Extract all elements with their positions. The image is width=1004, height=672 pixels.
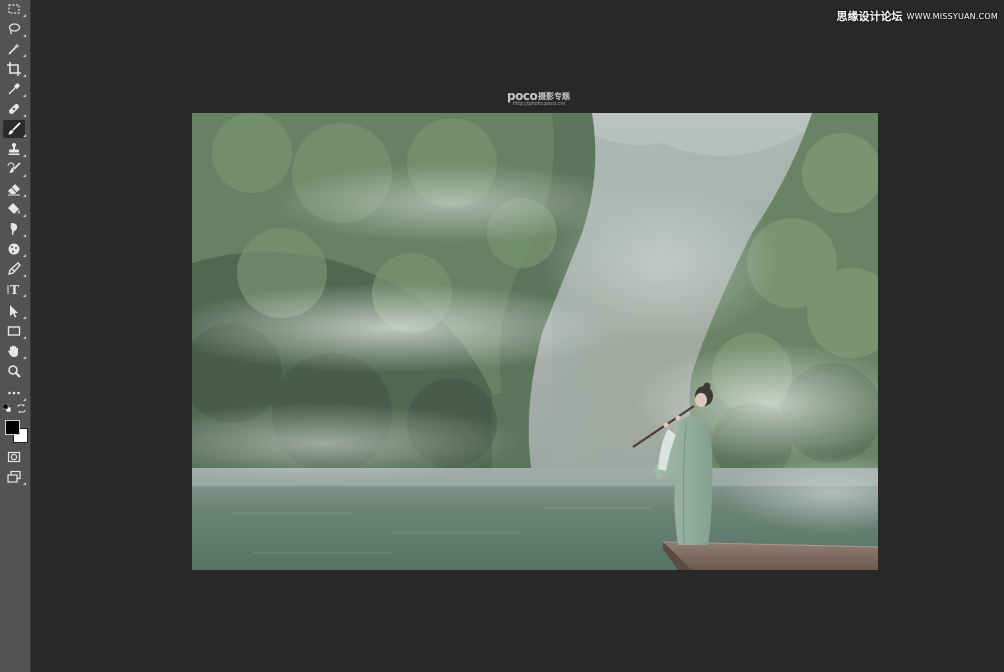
- color-swatches: [3, 404, 29, 444]
- default-colors-icon[interactable]: [3, 404, 11, 412]
- flyout-indicator: [23, 336, 26, 339]
- healing-brush-tool[interactable]: [3, 100, 26, 118]
- site-watermark: 思缘设计论坛 WWW.MISSYUAN.COM: [836, 7, 998, 25]
- paint-bucket-tool[interactable]: [3, 200, 26, 218]
- misty-river-photo: [192, 113, 878, 570]
- flyout-indicator: [23, 482, 26, 485]
- eraser-tool[interactable]: [3, 180, 26, 198]
- rectangular-marquee-tool[interactable]: [3, 0, 26, 18]
- history-brush-icon: [7, 162, 21, 173]
- flyout-indicator: [23, 294, 26, 297]
- more-icon: [8, 391, 20, 395]
- crop-tool[interactable]: [3, 60, 26, 78]
- flyout-indicator: [23, 174, 26, 177]
- flyout-indicator: [23, 274, 26, 277]
- flyout-indicator: [23, 214, 26, 217]
- site-url: WWW.MISSYUAN.COM: [906, 11, 998, 21]
- lasso-tool[interactable]: [3, 20, 26, 38]
- history-brush-tool[interactable]: [3, 160, 26, 178]
- flyout-indicator: [23, 316, 26, 319]
- flyout-indicator: [23, 14, 26, 17]
- flyout-indicator: [23, 74, 26, 77]
- rectangle-tool[interactable]: [3, 322, 26, 340]
- poco-watermark: poco 摄影专题 http://photo.poco.cn/: [507, 89, 587, 109]
- flyout-indicator: [23, 114, 26, 117]
- brush-icon: [8, 122, 21, 135]
- hand-icon: [8, 345, 18, 357]
- rectangle-icon: [7, 326, 21, 336]
- smudge-icon: [10, 223, 18, 235]
- arrow-icon: [10, 305, 18, 318]
- foreground-color-swatch[interactable]: [5, 420, 20, 435]
- pen-icon: [8, 262, 21, 275]
- smudge-tool[interactable]: [3, 220, 26, 238]
- type-glyph: T: [10, 283, 19, 296]
- eyedropper-tool[interactable]: [3, 80, 26, 98]
- flyout-indicator: [23, 154, 26, 157]
- sponge-icon: [8, 243, 20, 255]
- flyout-indicator: [23, 254, 26, 257]
- zoom-icon: [8, 365, 21, 378]
- paint-bucket-icon: [8, 203, 20, 214]
- stamp-icon: [8, 143, 20, 155]
- flyout-indicator: [23, 34, 26, 37]
- flyout-indicator: [23, 134, 26, 137]
- edit-toolbar[interactable]: [3, 384, 26, 402]
- site-name: 思缘设计论坛: [836, 10, 903, 23]
- clone-stamp-tool[interactable]: [3, 140, 26, 158]
- flyout-indicator: [23, 194, 26, 197]
- zoom-tool[interactable]: [3, 362, 25, 380]
- flyout-indicator: [23, 398, 26, 401]
- magic-wand-tool[interactable]: [3, 40, 26, 58]
- sponge-tool[interactable]: [3, 240, 26, 258]
- bandage-icon: [9, 104, 19, 114]
- path-selection-tool[interactable]: [3, 302, 26, 320]
- type-tool[interactable]: T: [3, 280, 26, 298]
- brush-tool[interactable]: [3, 120, 26, 138]
- quick-mask-button[interactable]: [3, 448, 25, 466]
- eraser-icon: [8, 184, 20, 196]
- crop-icon: [7, 62, 21, 76]
- poco-url: http://photo.poco.cn/: [513, 101, 566, 107]
- pen-tool[interactable]: [3, 260, 26, 278]
- flyout-indicator: [23, 356, 26, 359]
- flyout-indicator: [23, 234, 26, 237]
- document-canvas[interactable]: [192, 113, 878, 570]
- marquee-icon: [8, 4, 20, 14]
- quick-mask-icon: [7, 451, 21, 463]
- tools-panel: T: [0, 0, 31, 672]
- screen-mode-icon: [7, 470, 21, 483]
- screen-mode-button[interactable]: [3, 468, 26, 486]
- flyout-indicator: [23, 94, 26, 97]
- swap-colors-icon[interactable]: [17, 404, 26, 413]
- hand-tool[interactable]: [3, 342, 26, 360]
- flyout-indicator: [23, 54, 26, 57]
- magic-wand-icon: [8, 43, 20, 55]
- eyedropper-icon: [8, 82, 21, 95]
- type-icon: T: [7, 283, 19, 296]
- lasso-icon: [8, 23, 21, 35]
